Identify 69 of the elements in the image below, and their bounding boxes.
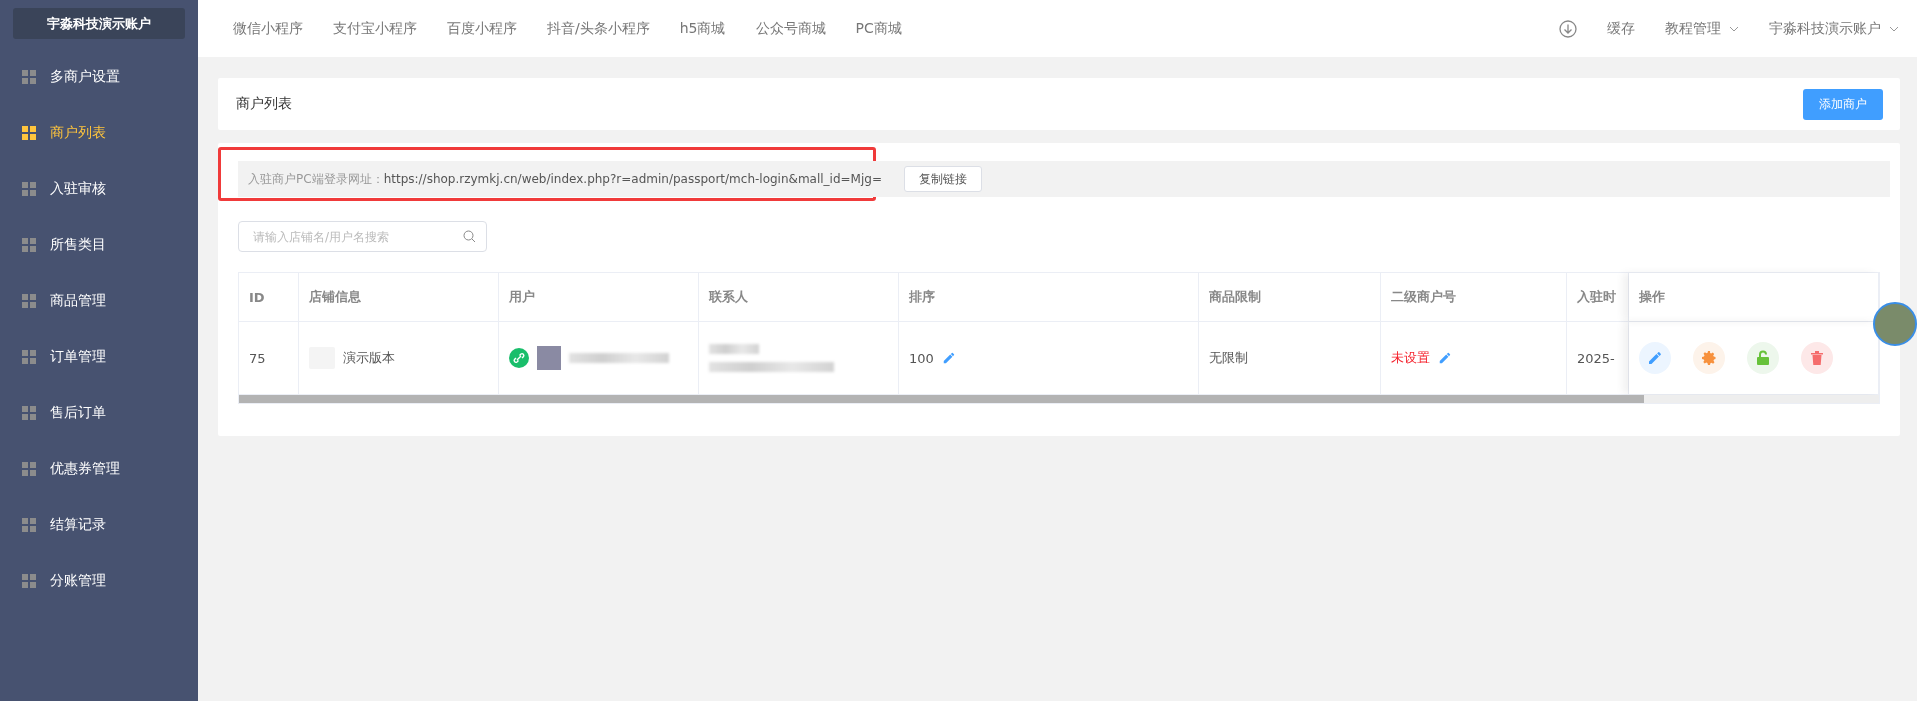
caret-icon [1889,25,1899,32]
column-header: 用户 [499,273,699,321]
add-button[interactable]: 添加商户 [1803,88,1883,120]
column-header: 联系人 [699,273,899,321]
column-header: 操作 [1629,273,1879,321]
sidebar-item[interactable]: 所售类目 [0,217,198,273]
sidebar-item[interactable]: 优惠券管理 [0,441,198,497]
nav-tab[interactable]: h5商城 [679,19,726,38]
grid-icon [22,574,36,588]
scrollbar[interactable] [239,395,1879,403]
status-text: 未设置 [1391,349,1430,367]
pencil-icon [941,351,956,365]
url-text: https://shop.rzymkj.cn/web/index.php?r=admin/passport/mch-login&mall_id=Mjg= [383,172,882,186]
caret-icon [1729,25,1739,32]
grid-icon [22,126,36,140]
nav-tab[interactable]: PC商城 [855,19,902,38]
nav-link[interactable]: 缓存 [1607,19,1635,38]
blurred-text [709,344,759,354]
nav-tab[interactable]: 微信小程序 [233,19,303,38]
trash-icon [1810,350,1824,366]
search-field[interactable]: 请输入店铺名/用户名搜索 [238,221,487,252]
column-header: 商品限制 [1199,273,1381,321]
table-cell: 2025- [1567,322,1629,394]
sidebar-item[interactable]: 结算记录 [0,497,198,553]
url-label: 入驻商户PC端登录网址： [248,170,384,188]
search-icon [463,230,476,243]
copy-button[interactable]: 复制链接 [904,166,982,192]
column-header: 二级商户号 [1381,273,1567,321]
unlock-button[interactable] [1747,342,1779,374]
store-name: 演示版本 [343,349,395,367]
sidebar-item[interactable]: 分账管理 [0,553,198,609]
edit-button[interactable] [1639,342,1671,374]
delete-button[interactable] [1801,342,1833,374]
grid-icon [22,350,36,364]
sidebar-item[interactable]: 售后订单 [0,385,198,441]
account-title: 宇淼科技演示账户 [13,8,185,39]
nav-tab[interactable]: 支付宝小程序 [333,19,417,38]
link-icon [509,348,529,368]
nav-tab[interactable]: 百度小程序 [447,19,517,38]
sidebar-item[interactable]: 商品管理 [0,273,198,329]
nav-tab[interactable]: 抖音/头条小程序 [547,19,650,38]
sidebar-item[interactable]: 订单管理 [0,329,198,385]
table-cell: 无限制 [1199,322,1381,394]
download-icon[interactable] [1559,19,1577,38]
column-header: 店铺信息 [299,273,499,321]
grid-icon [22,518,36,532]
nav-tab[interactable]: 公众号商城 [755,19,826,38]
unlock-icon [1756,350,1770,366]
page-title: 商户列表 [236,95,292,113]
photo-placeholder [537,346,561,370]
grid-icon [22,182,36,196]
nav-link[interactable]: 教程管理 [1665,19,1739,38]
nav-link[interactable]: 宇淼科技演示账户 [1769,19,1899,38]
sort-value: 100 [909,350,934,366]
grid-icon [22,70,36,84]
settings-button[interactable] [1693,342,1725,374]
column-header: 排序 [899,273,1199,321]
column-header: ID [239,273,299,321]
sidebar-item[interactable]: 多商户设置 [0,49,198,105]
sidebar-item[interactable]: 入驻审核 [0,161,198,217]
grid-icon [22,462,36,476]
table-cell: 75 [239,322,299,394]
sidebar-item[interactable]: 商户列表 [0,105,198,161]
pencil-icon [1438,351,1452,365]
grid-icon [22,294,36,308]
gear-icon [1701,350,1717,366]
pencil-icon [1647,350,1663,366]
grid-icon [22,238,36,252]
grid-icon [22,406,36,420]
